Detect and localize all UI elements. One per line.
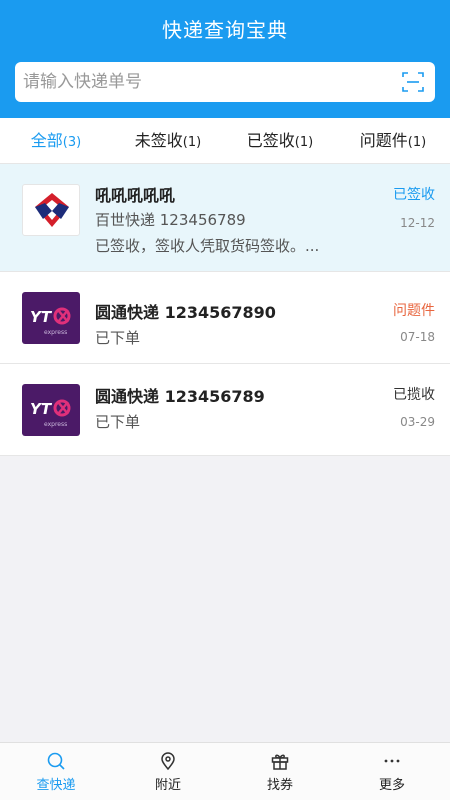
tab-unsigned-count: (1) <box>182 135 202 150</box>
status-badge: 已签收 <box>393 187 435 203</box>
search-bar[interactable] <box>15 62 435 102</box>
yto-express-logo: YT express <box>22 292 80 344</box>
tab-problem[interactable]: 问题件(1) <box>336 118 450 164</box>
tab-all-label: 全部 <box>30 131 63 150</box>
package-item[interactable]: YT express 圆通快递 123456789 已下单 已揽收 03-29 <box>0 364 450 456</box>
package-detail: 已下单 <box>95 329 141 347</box>
tab-all-count: (3) <box>62 135 82 150</box>
status-badge: 已揽收 <box>393 387 435 403</box>
nav-label: 查快递 <box>36 778 76 793</box>
svg-text:express: express <box>44 329 67 336</box>
tab-problem-label: 问题件 <box>359 131 408 150</box>
package-item[interactable]: YT express 圆通快递 1234567890 已下单 问题件 07-18 <box>0 272 450 364</box>
tab-signed-count: (1) <box>294 135 314 150</box>
tracking-number-input[interactable] <box>23 62 383 102</box>
yto-express-logo: YT express <box>22 384 80 436</box>
package-detail: 已签收，签收人凭取货码签收。... <box>95 237 320 255</box>
nav-query-express[interactable]: 查快递 <box>0 743 112 800</box>
nav-label: 附近 <box>154 778 181 793</box>
app-title: 快递查询宝典 <box>162 18 288 42</box>
search-icon <box>47 752 65 770</box>
tab-all[interactable]: 全部(3) <box>0 118 112 164</box>
filter-tabs: 全部(3) 未签收(1) 已签收(1) 问题件(1) <box>0 118 450 164</box>
app-header: 快递查询宝典 <box>0 0 450 118</box>
tab-signed-label: 已签收 <box>246 131 295 150</box>
package-item[interactable]: 吼吼吼吼吼 百世快递 123456789 已签收，签收人凭取货码签收。... 已… <box>0 164 450 272</box>
nav-label: 更多 <box>378 778 405 793</box>
nav-nearby[interactable]: 附近 <box>112 743 224 800</box>
nav-label: 找券 <box>266 778 293 793</box>
tab-signed[interactable]: 已签收(1) <box>224 118 336 164</box>
package-detail: 已下单 <box>95 413 141 431</box>
tab-unsigned[interactable]: 未签收(1) <box>112 118 224 164</box>
package-name: 圆通快递 1234567890 <box>95 303 276 322</box>
gift-icon <box>271 754 289 770</box>
location-pin-icon <box>161 752 175 771</box>
status-badge: 问题件 <box>393 303 435 319</box>
tab-unsigned-label: 未签收 <box>134 131 183 150</box>
more-dots-icon <box>384 759 400 763</box>
svg-text:YT: YT <box>30 308 53 326</box>
package-date: 12-12 <box>400 216 435 230</box>
package-date: 03-29 <box>400 415 435 429</box>
courier-number: 百世快递 123456789 <box>95 211 246 229</box>
package-date: 07-18 <box>400 330 435 344</box>
nav-more[interactable]: 更多 <box>336 743 448 800</box>
package-name: 吼吼吼吼吼 <box>95 186 176 205</box>
nav-coupons[interactable]: 找券 <box>224 743 336 800</box>
svg-text:YT: YT <box>30 400 53 418</box>
package-list: 吼吼吼吼吼 百世快递 123456789 已签收，签收人凭取货码签收。... 已… <box>0 164 450 456</box>
svg-text:express: express <box>44 421 67 428</box>
bottom-nav: 查快递 附近 找券 更多 <box>0 742 450 800</box>
package-name: 圆通快递 123456789 <box>95 387 265 406</box>
best-express-logo <box>22 184 80 236</box>
scan-icon[interactable] <box>401 70 425 94</box>
tab-problem-count: (1) <box>407 135 427 150</box>
